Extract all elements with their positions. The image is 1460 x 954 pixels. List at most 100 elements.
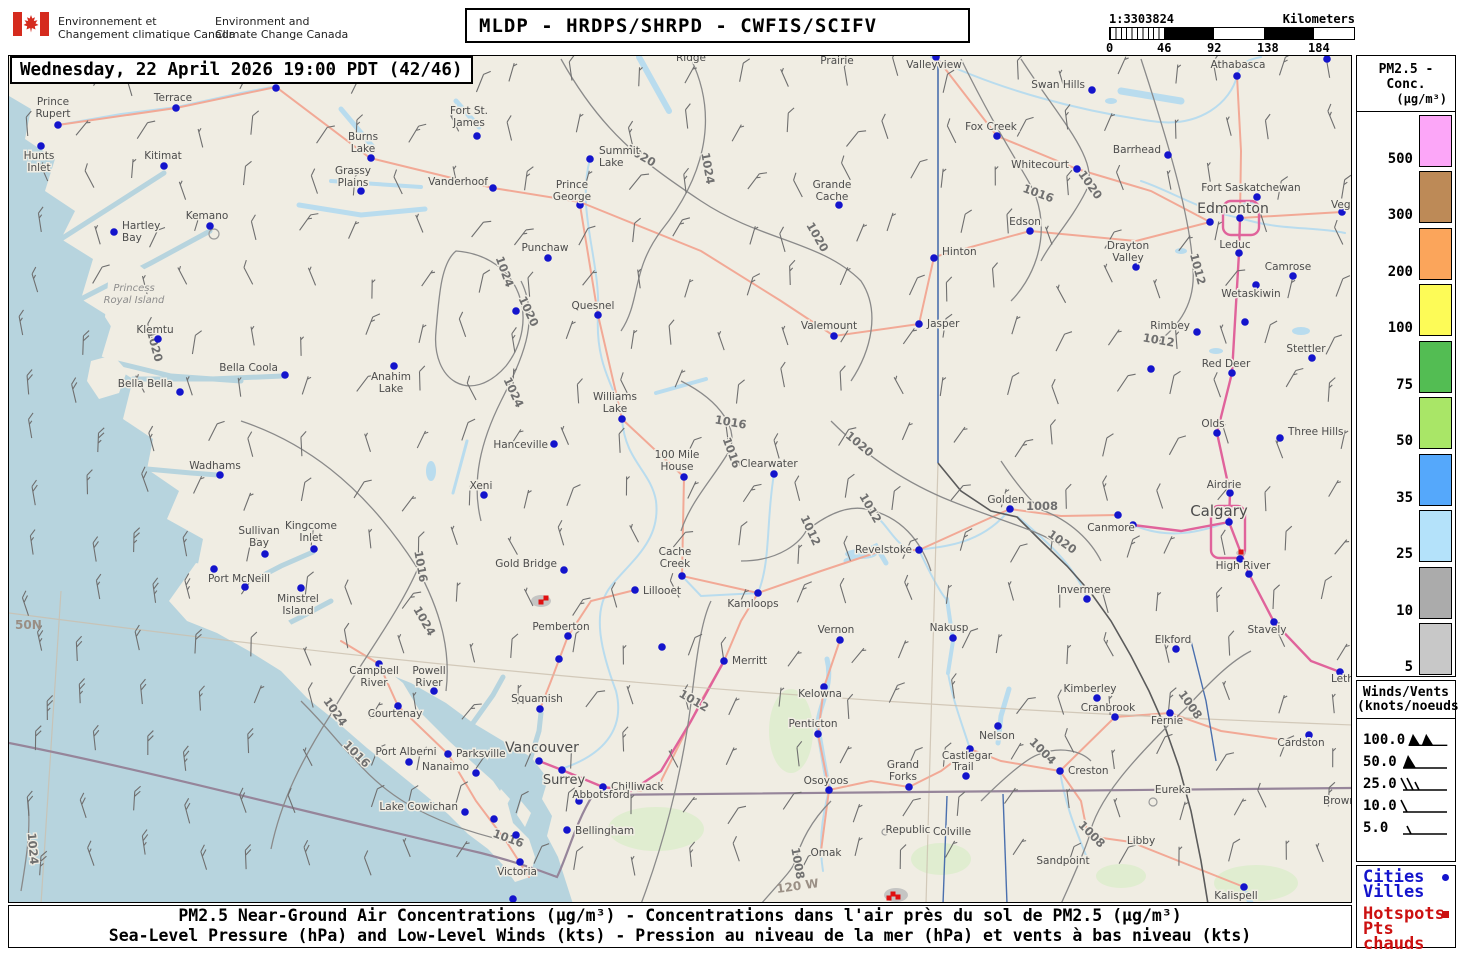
city-dot	[489, 184, 497, 192]
city-label: Elkford	[1155, 634, 1192, 646]
city-label: Kemano	[186, 210, 229, 222]
hotspot-marker	[538, 599, 544, 605]
legend-color-swatch	[1419, 114, 1452, 167]
city-dot	[261, 550, 269, 558]
city-label: Jasper	[926, 318, 960, 330]
city-label: Kelowna	[798, 688, 842, 700]
city-label: Fernie	[1151, 715, 1183, 727]
city-label: Vernon	[818, 624, 855, 636]
city-dot	[1164, 151, 1172, 159]
legend-level-row: 25	[1357, 508, 1455, 565]
city-dot	[461, 808, 469, 816]
legend-level-value: 25	[1396, 546, 1413, 562]
city-label: Burns Lake	[348, 131, 378, 155]
city-dot	[154, 335, 162, 343]
map-scale-bar: 1:3303824 Kilometers 0 46 92 138 184	[1106, 12, 1355, 55]
product-title: MLDP - HRDPS/SHRPD - CWFIS/SCIFV	[479, 14, 878, 37]
city-label: Pemberton	[532, 621, 589, 633]
city-label: Wetaskiwin	[1221, 288, 1280, 300]
city-label: Squamish	[511, 693, 563, 705]
cities-legend: Cities Villes	[1363, 869, 1449, 901]
city-dot	[1253, 193, 1261, 201]
winds-legend-panel: Winds/Vents (knots/noeuds) 100.0 50.0 25.0…	[1356, 680, 1460, 862]
pm25-legend-panel: PM2.5 - Conc. (µg/m³) 500 300 200 100 75 50 35…	[1356, 55, 1456, 677]
city-dot	[563, 826, 571, 834]
city-dot	[1213, 429, 1221, 437]
city-dot	[54, 121, 62, 129]
city-dot	[994, 722, 1002, 730]
city-dot	[905, 783, 913, 791]
city-label: Cardston	[1277, 737, 1324, 749]
hotspot-marker	[895, 894, 901, 900]
city-label: Camrose	[1265, 261, 1311, 273]
city-dot	[1233, 72, 1241, 80]
city-dot	[473, 132, 481, 140]
city-label: Valleyview	[906, 59, 962, 71]
wind-speed-value: 100.0	[1363, 732, 1406, 748]
scale-tick: 0	[1106, 41, 1114, 55]
city-label: Surrey	[543, 773, 586, 788]
wind-barb-icon	[1400, 799, 1447, 813]
city-label: Merritt	[732, 655, 767, 667]
city-dot	[770, 470, 778, 478]
city-dot	[1006, 505, 1014, 513]
city-label: Victoria	[497, 866, 537, 878]
city-label: Gold Bridge	[495, 558, 557, 570]
city-label: Calgary	[1190, 502, 1248, 520]
legend-color-swatch	[1419, 397, 1452, 449]
city-label: Canmore	[1087, 522, 1135, 534]
city-dot	[390, 362, 398, 370]
city-dot	[1111, 713, 1119, 721]
product-title-box: MLDP - HRDPS/SHRPD - CWFIS/SCIFV	[465, 8, 970, 43]
legend-level-value: 10	[1396, 602, 1413, 619]
city-dot	[536, 705, 544, 713]
legend-level-value: 35	[1396, 489, 1413, 506]
scale-tick: 46	[1157, 41, 1172, 55]
city-label: Hinton	[942, 246, 977, 258]
city-dot	[272, 84, 280, 92]
city-label: Swan Hills	[1031, 79, 1085, 91]
city-dot	[560, 566, 568, 574]
legend-level-value: 300	[1387, 207, 1413, 223]
city-dot	[962, 772, 970, 780]
city-dot	[37, 142, 45, 150]
city-label: Osoyoos	[804, 775, 849, 787]
city-dot	[1083, 595, 1091, 603]
city-dot	[993, 132, 1001, 140]
city-dot	[564, 632, 572, 640]
caption-box: PM2.5 Near-Ground Air Concentrations (µg…	[8, 905, 1352, 948]
legend-level-value: 75	[1396, 376, 1413, 393]
city-label: Invermere	[1057, 584, 1111, 596]
city-label: Omak	[810, 847, 842, 859]
city-label: Klemtu	[136, 324, 173, 336]
markers-legend-panel: Cities Villes Hotspots Pts chauds	[1356, 865, 1456, 953]
city-label: Whitecourt	[1011, 159, 1069, 171]
hotspot-marker	[886, 895, 892, 901]
city-dot	[310, 545, 318, 553]
city-label: Libby	[1127, 835, 1155, 847]
wind-speed-row: 5.0	[1357, 817, 1455, 839]
city-label: Minstrel Island	[277, 593, 319, 617]
wind-barb-icon	[1403, 755, 1447, 769]
legend-level-row: 200	[1357, 225, 1455, 282]
city-label: Fox Creek	[965, 121, 1018, 133]
city-dot	[297, 584, 305, 592]
hotspots-legend: Hotspots Pts chauds	[1363, 906, 1449, 953]
city-dot	[915, 546, 923, 554]
city-label: Drayton Valley	[1107, 240, 1149, 264]
city-label: Nanaimo	[422, 761, 469, 773]
city-dot	[405, 758, 413, 766]
city-dot	[930, 254, 938, 262]
legend-level-row: 100	[1357, 282, 1455, 339]
city-dot	[915, 320, 923, 328]
city-dot	[206, 222, 214, 230]
city-label: Grande Cache	[813, 179, 852, 203]
city-label: Vancouver	[505, 740, 579, 756]
city-dot	[516, 858, 524, 866]
city-dot	[754, 589, 762, 597]
legend-color-swatch	[1419, 566, 1452, 619]
city-label: Courtenay	[368, 708, 423, 720]
wind-speed-value: 5.0	[1363, 820, 1389, 836]
city-dot	[1193, 328, 1201, 336]
legend-level-value: 500	[1387, 150, 1413, 167]
